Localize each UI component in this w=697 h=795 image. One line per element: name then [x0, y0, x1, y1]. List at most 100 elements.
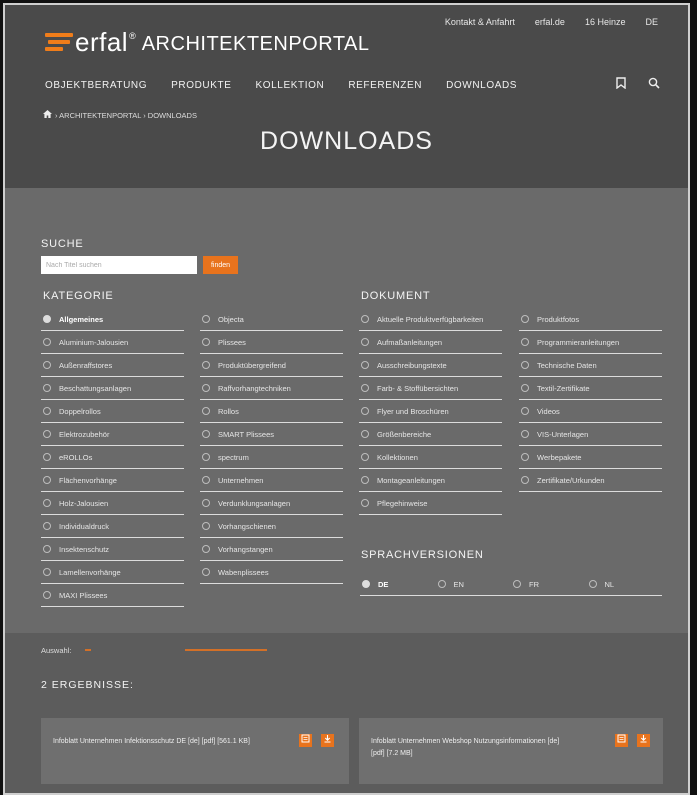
filter-option[interactable]: Videos — [519, 400, 662, 423]
preview-icon[interactable] — [615, 734, 628, 747]
top-link-contact[interactable]: Kontakt & Anfahrt — [445, 17, 515, 27]
filter-option[interactable]: Produktfotos — [519, 308, 662, 331]
filter-option[interactable]: Größenbereiche — [359, 423, 502, 446]
filter-option[interactable]: Pflegehinweise — [359, 492, 502, 515]
filter-option[interactable]: Aluminium-Jalousien — [41, 331, 184, 354]
language-switch[interactable]: DE — [645, 17, 658, 27]
filter-option[interactable]: Unternehmen — [200, 469, 343, 492]
filter-option[interactable]: Individualdruck — [41, 515, 184, 538]
filter-option-label: Wabenplissees — [218, 567, 269, 577]
nav-referenzen[interactable]: REFERENZEN — [348, 80, 422, 91]
radio-icon — [202, 407, 210, 415]
download-icon[interactable] — [321, 734, 334, 747]
download-icon[interactable] — [637, 734, 650, 747]
filter-option[interactable]: Allgemeines — [41, 308, 184, 331]
filter-option[interactable]: Holz-Jalousien — [41, 492, 184, 515]
filter-option[interactable]: Rollos — [200, 400, 343, 423]
search-button[interactable]: finden — [203, 256, 238, 274]
lang-option-nl[interactable]: NL — [587, 573, 663, 595]
radio-icon — [521, 361, 529, 369]
filter-option-label: Objecta — [218, 314, 244, 324]
radio-icon — [361, 384, 369, 392]
filter-option-label: Programmieranleitungen — [537, 337, 620, 347]
filter-option[interactable]: eROLLOs — [41, 446, 184, 469]
filter-option[interactable]: Flyer und Broschüren — [359, 400, 502, 423]
radio-icon — [202, 499, 210, 507]
filter-option[interactable]: Programmieranleitungen — [519, 331, 662, 354]
result-card[interactable]: Infoblatt Unternehmen Infektionsschutz D… — [41, 718, 349, 784]
filter-option[interactable]: Produktübergreifend — [200, 354, 343, 377]
filter-option-label: Unternehmen — [218, 475, 264, 485]
breadcrumb-path[interactable]: › ARCHITEKTENPORTAL › DOWNLOADS — [55, 111, 197, 120]
result-card[interactable]: Infoblatt Unternehmen Webshop Nutzungsin… — [359, 718, 663, 784]
filter-option[interactable]: Technische Daten — [519, 354, 662, 377]
filter-option-label: Rollos — [218, 406, 239, 416]
search-input[interactable] — [41, 256, 197, 274]
top-link-erfal[interactable]: erfal.de — [535, 17, 565, 27]
logo[interactable]: erfal ® ARCHITEKTENPORTAL — [45, 29, 370, 55]
filter-option[interactable]: VIS-Unterlagen — [519, 423, 662, 446]
filter-option[interactable]: Verdunklungsanlagen — [200, 492, 343, 515]
filter-option[interactable]: Vorhangschienen — [200, 515, 343, 538]
filter-option[interactable]: Außenraffstores — [41, 354, 184, 377]
radio-icon — [361, 476, 369, 484]
dokument-col-1: Aktuelle Produktverfügbarkeiten Aufmaßanl… — [359, 308, 502, 515]
filter-option[interactable]: Lamellenvorhänge — [41, 561, 184, 584]
filter-option[interactable]: Aktuelle Produktverfügbarkeiten — [359, 308, 502, 331]
filter-option-label: Allgemeines — [59, 314, 104, 324]
filter-option[interactable]: Werbepakete — [519, 446, 662, 469]
filter-option-label: Beschattungsanlagen — [59, 383, 132, 393]
filter-option[interactable]: Textil-Zertifikate — [519, 377, 662, 400]
nav-objektberatung[interactable]: OBJEKTBERATUNG — [45, 80, 147, 91]
bookmark-icon[interactable] — [616, 77, 626, 92]
filter-option[interactable]: Wabenplissees — [200, 561, 343, 584]
radio-icon — [43, 522, 51, 530]
filter-option-label: VIS-Unterlagen — [537, 429, 589, 439]
filter-option[interactable]: Aufmaßanleitungen — [359, 331, 502, 354]
filter-option[interactable]: Plissees — [200, 331, 343, 354]
filter-option-label: MAXI Plissees — [59, 590, 108, 600]
filter-option[interactable]: Vorhangstangen — [200, 538, 343, 561]
filter-option-label: Plissees — [218, 337, 246, 347]
top-link-heinze[interactable]: 16 Heinze — [585, 17, 626, 27]
radio-icon — [361, 430, 369, 438]
search-icon[interactable] — [648, 77, 660, 92]
lang-option-fr[interactable]: FR — [511, 573, 587, 595]
nav-downloads[interactable]: DOWNLOADS — [446, 80, 517, 91]
filter-option[interactable]: spectrum — [200, 446, 343, 469]
lang-option-en[interactable]: EN — [436, 573, 512, 595]
filter-option[interactable]: SMART Plissees — [200, 423, 343, 446]
filter-option[interactable]: Flächenvorhänge — [41, 469, 184, 492]
result-title-line: [pdf] [7.2 MB] — [371, 750, 413, 757]
radio-icon — [513, 580, 521, 588]
filter-option[interactable]: Insektenschutz — [41, 538, 184, 561]
radio-icon — [202, 476, 210, 484]
nav-kollektion[interactable]: KOLLEKTION — [256, 80, 325, 91]
home-icon[interactable] — [43, 110, 52, 120]
radio-icon — [521, 384, 529, 392]
filter-option-label: Holz-Jalousien — [59, 498, 109, 508]
nav-produkte[interactable]: PRODUKTE — [171, 80, 231, 91]
filter-option[interactable]: Farb- & Stoffübersichten — [359, 377, 502, 400]
filter-option[interactable]: Raffvorhangtechniken — [200, 377, 343, 400]
lang-option-de[interactable]: DE — [360, 573, 436, 595]
filter-option[interactable]: Objecta — [200, 308, 343, 331]
preview-icon[interactable] — [299, 734, 312, 747]
breadcrumb: › ARCHITEKTENPORTAL › DOWNLOADS — [43, 110, 197, 120]
radio-icon — [521, 315, 529, 323]
filter-option-label: SMART Plissees — [218, 429, 274, 439]
result-title: Infoblatt Unternehmen Webshop Nutzungsin… — [371, 736, 559, 760]
filter-option[interactable]: Zertifikate/Urkunden — [519, 469, 662, 492]
filter-option[interactable]: Montageanleitungen — [359, 469, 502, 492]
radio-icon — [43, 407, 51, 415]
filter-option[interactable]: Kollektionen — [359, 446, 502, 469]
selection-chip[interactable] — [85, 649, 91, 651]
filter-option[interactable]: Elektrozubehör — [41, 423, 184, 446]
filter-option[interactable]: Doppelrollos — [41, 400, 184, 423]
selection-chip[interactable] — [185, 649, 267, 651]
radio-icon — [43, 361, 51, 369]
filter-option[interactable]: MAXI Plissees — [41, 584, 184, 607]
filter-option[interactable]: Ausschreibungstexte — [359, 354, 502, 377]
filter-option[interactable]: Beschattungsanlagen — [41, 377, 184, 400]
logo-mark-icon — [45, 33, 73, 53]
